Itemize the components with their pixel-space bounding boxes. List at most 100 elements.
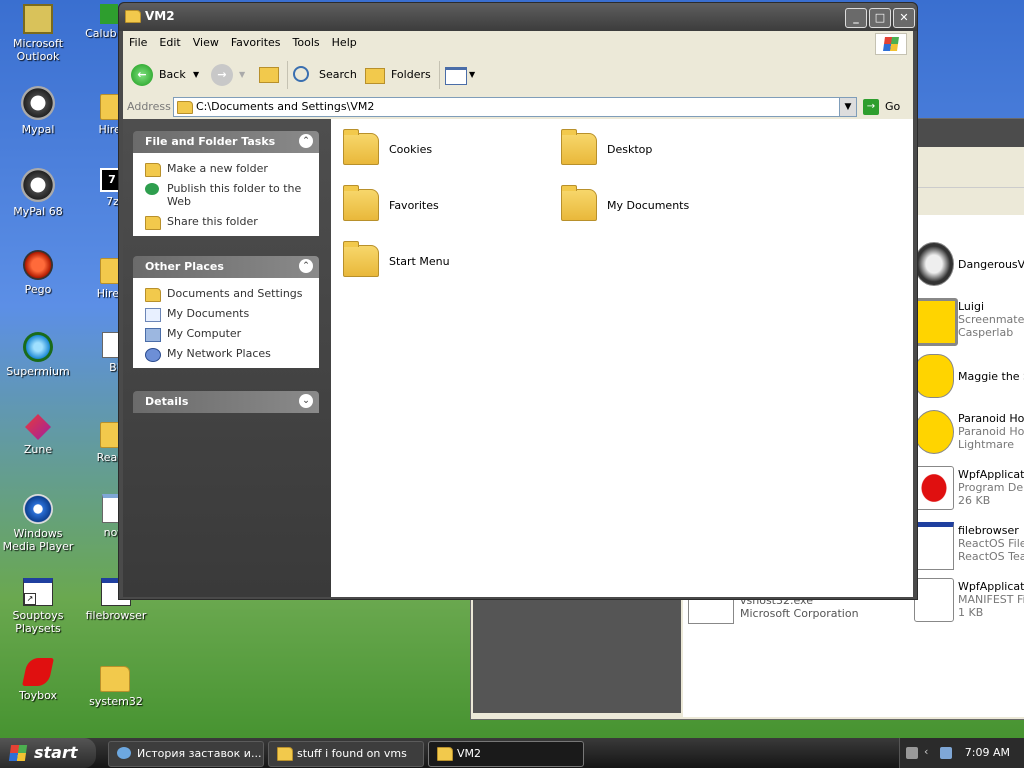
folder-icon	[343, 129, 379, 165]
up-folder-icon[interactable]	[259, 63, 279, 87]
list-item[interactable]: DangerousViru	[914, 242, 1024, 294]
item-name: Maggie the Sin	[958, 370, 1024, 383]
desktop-icon-souptoys[interactable]: ↗ Souptoys Playsets	[0, 578, 76, 635]
menu-bar: File Edit View Favorites Tools Help	[123, 31, 913, 56]
taskbar-button-stuff-found[interactable]: stuff i found on vms	[268, 741, 424, 767]
search-button[interactable]: Search	[293, 63, 359, 87]
desktop-icon-toybox[interactable]: Toybox	[0, 658, 76, 702]
panel-header[interactable]: File and Folder Tasks ⌃	[133, 131, 319, 153]
manifest-icon	[914, 578, 954, 622]
place-my-computer[interactable]: My Computer	[133, 324, 319, 344]
place-my-network-places[interactable]: My Network Places	[133, 344, 319, 364]
desktop-icon-outlook[interactable]: Microsoft Outlook	[0, 4, 76, 63]
item-company: Microsoft Corporation	[740, 607, 859, 620]
desktop-icon-zune[interactable]: Zune	[0, 414, 76, 456]
task-label: Publish this folder to the Web	[167, 182, 302, 208]
address-input[interactable]: C:\Documents and Settings\VM2	[173, 97, 843, 117]
details-panel: Details ⌄	[133, 391, 319, 413]
collapse-chevron-icon[interactable]: ⌃	[299, 259, 313, 273]
folder-item-desktop[interactable]: Desktop	[561, 129, 761, 171]
menu-file[interactable]: File	[123, 31, 153, 55]
minimize-button[interactable]: _	[845, 8, 867, 28]
outlook-icon	[23, 4, 53, 34]
raccoon-icon	[21, 168, 55, 202]
desktop-icon-label: filebrowser	[85, 609, 147, 622]
explorer-window[interactable]: VM2 _ □ ✕ File Edit View Favorites Tools Help…	[118, 2, 918, 600]
forward-dropdown-icon[interactable]: ▼	[239, 63, 245, 87]
panel-header[interactable]: Details ⌄	[133, 391, 319, 413]
forward-arrow-icon[interactable]: →	[211, 64, 233, 86]
folder-item-favorites[interactable]: Favorites	[343, 185, 543, 227]
panel-body: Documents and Settings My Documents My C…	[133, 278, 319, 368]
menu-favorites[interactable]: Favorites	[225, 31, 287, 55]
taskbar-button-label: VM2	[457, 747, 482, 760]
computer-icon	[145, 328, 161, 342]
menu-help[interactable]: Help	[326, 31, 363, 55]
windows-logo-icon	[875, 33, 907, 55]
taskbar-button-screensaver-history[interactable]: История заставок и...	[108, 741, 264, 767]
folder-item-my-documents[interactable]: My Documents	[561, 185, 761, 227]
place-documents-and-settings[interactable]: Documents and Settings	[133, 284, 319, 304]
list-item[interactable]: WpfApplicatio Program Debu 26 KB	[914, 466, 1024, 518]
window-icon	[688, 596, 734, 624]
panel-title: Details	[145, 395, 189, 408]
menu-tools[interactable]: Tools	[287, 31, 326, 55]
panel-header[interactable]: Other Places ⌃	[133, 256, 319, 278]
task-publish-folder[interactable]: Publish this folder to the Web	[133, 179, 319, 212]
back-dropdown-icon[interactable]: ▼	[193, 63, 199, 87]
desktop-icon-supermium[interactable]: Supermium	[0, 332, 76, 378]
back-arrow-icon[interactable]: ←	[131, 64, 153, 86]
file-folder-tasks-panel: File and Folder Tasks ⌃ Make a new folde…	[133, 131, 319, 236]
tray-arrow-icon[interactable]: ‹	[924, 745, 936, 758]
folder-label: My Documents	[607, 199, 690, 212]
title-bar[interactable]: VM2 _ □ ✕	[119, 3, 917, 31]
views-button[interactable]: ▼	[445, 63, 481, 87]
go-arrow-icon: →	[863, 99, 879, 115]
folders-button[interactable]: Folders	[365, 63, 435, 87]
folder-label: Favorites	[389, 199, 439, 212]
keyboard-icon[interactable]	[906, 747, 918, 759]
list-item[interactable]: Maggie the Sin	[914, 354, 1024, 406]
collapse-chevron-icon[interactable]: ⌃	[299, 134, 313, 148]
task-share-folder[interactable]: Share this folder	[133, 212, 319, 232]
expand-chevron-icon[interactable]: ⌄	[299, 394, 313, 408]
address-dropdown-icon[interactable]: ▼	[839, 97, 857, 117]
taskbar-button-vm2[interactable]: VM2	[428, 741, 584, 767]
list-item[interactable]: filebrowser ReactOS File E ReactOS Tear	[914, 522, 1024, 574]
share-folder-icon	[145, 216, 161, 230]
new-folder-icon	[145, 163, 161, 177]
views-icon	[445, 67, 467, 85]
desktop-icon-mypal68[interactable]: MyPal 68	[0, 168, 76, 218]
list-item[interactable]: Paranoid Hom Paranoid Hom Lightmare	[914, 410, 1024, 462]
task-make-new-folder[interactable]: Make a new folder	[133, 159, 319, 179]
network-tray-icon[interactable]	[940, 747, 952, 759]
skull-icon	[914, 242, 954, 286]
panel-title: File and Folder Tasks	[145, 135, 276, 148]
folder-icon	[343, 241, 379, 277]
toolbar-separator	[287, 61, 288, 89]
back-button[interactable]: Back	[159, 63, 186, 87]
desktop-icon-wmp[interactable]: Windows Media Player	[0, 494, 76, 553]
menu-edit[interactable]: Edit	[153, 31, 186, 55]
maximize-button[interactable]: □	[869, 8, 891, 28]
start-button[interactable]: start	[0, 738, 96, 768]
folder-item-start-menu[interactable]: Start Menu	[343, 241, 543, 283]
browser-icon	[117, 747, 131, 759]
system-tray: ‹ 7:09 AM	[899, 738, 1024, 768]
desktop-icon-mypal[interactable]: Mypal	[0, 86, 76, 136]
search-label: Search	[319, 68, 357, 81]
clock[interactable]: 7:09 AM	[965, 738, 1010, 768]
folder-label: Start Menu	[389, 255, 450, 268]
address-label: Address	[127, 100, 171, 113]
list-item[interactable]: vshost32.exe Microsoft Corporation	[686, 594, 916, 634]
list-item[interactable]: Luigi Screenmate W Casperlab	[914, 298, 1024, 350]
go-button[interactable]: → Go	[863, 98, 913, 116]
desktop-icon-system32[interactable]: system32	[78, 658, 154, 708]
close-button[interactable]: ✕	[893, 8, 915, 28]
folder-item-cookies[interactable]: Cookies	[343, 129, 543, 171]
list-item[interactable]: WpfApplicatio MANIFEST File 1 KB	[914, 578, 1024, 630]
raccoon-icon	[21, 86, 55, 120]
desktop-icon-pego[interactable]: Pego	[0, 250, 76, 296]
place-my-documents[interactable]: My Documents	[133, 304, 319, 324]
menu-view[interactable]: View	[187, 31, 225, 55]
